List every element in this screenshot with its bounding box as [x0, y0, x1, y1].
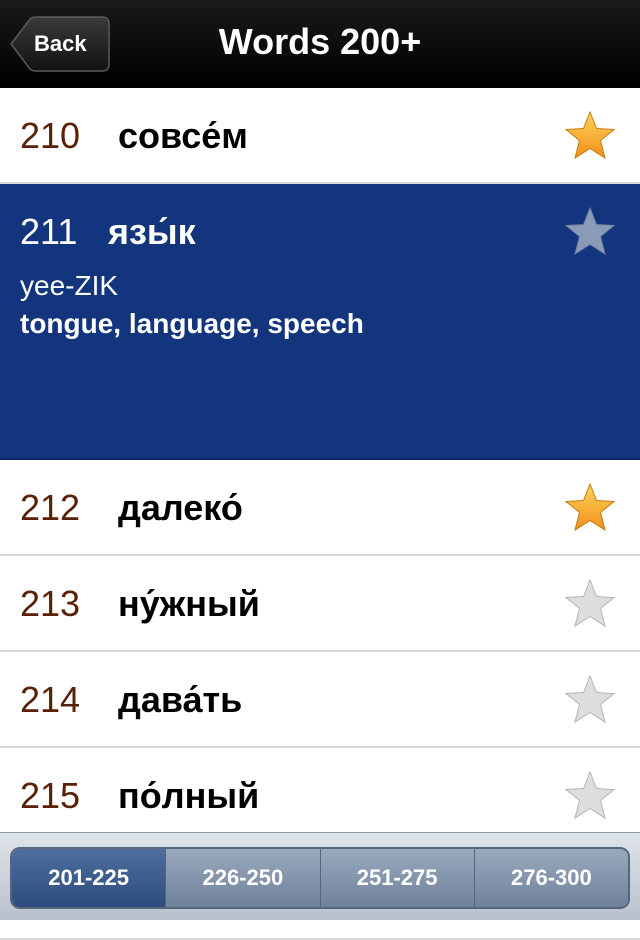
- russian-word: дава́ть: [118, 679, 243, 720]
- segment-201-225[interactable]: 201-225: [12, 849, 166, 907]
- russian-word: по́лный: [118, 775, 260, 816]
- word-meaning: tongue, language, speech: [20, 308, 364, 339]
- word-number: 215: [20, 775, 81, 816]
- word-number: 211: [20, 211, 78, 252]
- transliteration: yee-ZIK: [20, 270, 119, 301]
- russian-word: язы́к: [108, 211, 196, 252]
- empty-star-icon[interactable]: [564, 674, 616, 726]
- range-segmented-control: 201-225 226-250 251-275 276-300: [10, 847, 630, 909]
- empty-star-icon[interactable]: [564, 770, 616, 822]
- word-number: 212: [20, 487, 81, 528]
- segment-226-250[interactable]: 226-250: [165, 849, 320, 907]
- favorite-star-icon[interactable]: [564, 482, 616, 534]
- word-row[interactable]: 215 по́лный: [0, 748, 640, 844]
- russian-word: ну́жный: [118, 583, 260, 624]
- word-number: 213: [20, 583, 81, 624]
- range-toolbar: 201-225 226-250 251-275 276-300: [0, 832, 640, 920]
- word-row[interactable]: 214 дава́ть: [0, 652, 640, 748]
- word-list: 210 совсе́м 211 язы́к yee-ZIK tongue, la…: [0, 88, 640, 940]
- word-row[interactable]: 213 ну́жный: [0, 556, 640, 652]
- word-row-selected[interactable]: 211 язы́к yee-ZIK tongue, language, spee…: [0, 184, 640, 460]
- page-title: Words 200+: [218, 21, 422, 62]
- russian-word: совсе́м: [118, 115, 248, 156]
- favorite-star-icon[interactable]: [564, 206, 616, 258]
- word-row[interactable]: 210 совсе́м: [0, 88, 640, 184]
- russian-word: далеко́: [118, 487, 243, 528]
- navigation-bar: Back Words 200+: [0, 0, 640, 88]
- word-number: 214: [20, 679, 81, 720]
- word-row[interactable]: 212 далеко́: [0, 460, 640, 556]
- empty-star-icon[interactable]: [564, 578, 616, 630]
- segment-276-300[interactable]: 276-300: [473, 849, 628, 907]
- word-number: 210: [20, 115, 81, 156]
- segment-251-275[interactable]: 251-275: [319, 849, 474, 907]
- favorite-star-icon[interactable]: [564, 110, 616, 162]
